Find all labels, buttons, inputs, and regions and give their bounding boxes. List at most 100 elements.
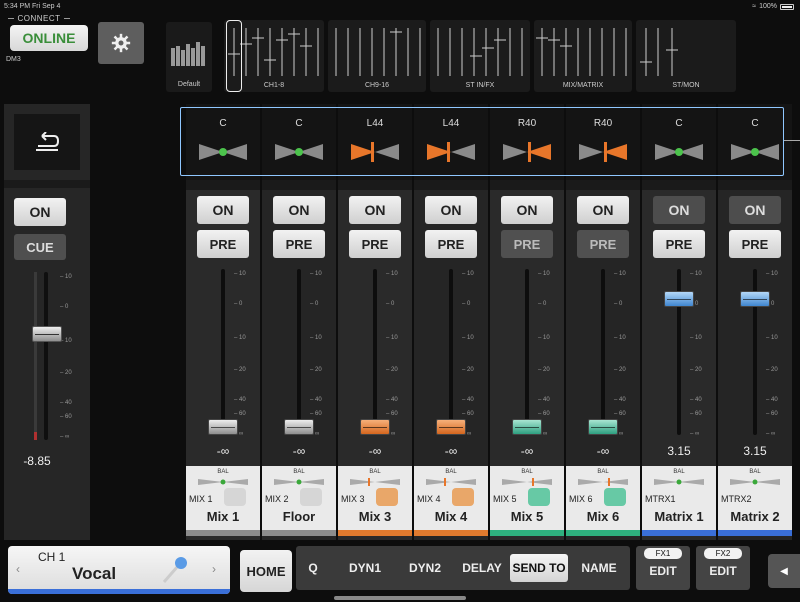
send-level-readout: -∞ bbox=[368, 444, 382, 458]
channel-color-bar bbox=[642, 530, 716, 536]
send-on-button[interactable]: ON bbox=[425, 196, 477, 224]
pan-row-selection bbox=[180, 107, 784, 176]
pre-button[interactable]: PRE bbox=[425, 230, 477, 258]
fader-knob[interactable] bbox=[664, 290, 694, 307]
fader-knob[interactable] bbox=[512, 418, 542, 435]
channel-label-card[interactable]: BAL MIX 3 Mix 3 bbox=[338, 466, 412, 530]
online-button[interactable]: ONLINE bbox=[10, 25, 88, 51]
scale-tick: – ∞ bbox=[690, 431, 700, 437]
send-on-button[interactable]: ON bbox=[349, 196, 401, 224]
fader-track[interactable] bbox=[449, 269, 453, 435]
fader-track[interactable] bbox=[297, 269, 301, 435]
scale-tick: – 40 bbox=[538, 397, 550, 403]
mix-number: MTRX2 bbox=[721, 494, 752, 504]
fader-track[interactable] bbox=[601, 269, 605, 435]
fader-knob[interactable] bbox=[360, 418, 390, 435]
send-on-button[interactable]: ON bbox=[501, 196, 553, 224]
fader-knob[interactable] bbox=[588, 418, 618, 435]
wifi-icon: ≈ bbox=[752, 3, 757, 10]
back-button[interactable] bbox=[14, 114, 80, 170]
scale-tick: – 0 bbox=[386, 301, 395, 307]
pre-button[interactable]: PRE bbox=[653, 230, 705, 258]
nav-mix-matrix[interactable]: MIX/MATRIX bbox=[534, 20, 632, 92]
settings-button[interactable] bbox=[98, 22, 144, 64]
separator bbox=[566, 180, 640, 190]
send-level-readout: -∞ bbox=[520, 444, 534, 458]
scale-tick: – 0 bbox=[614, 301, 623, 307]
scale-tick: – 40 bbox=[234, 397, 246, 403]
next-channel-icon[interactable]: › bbox=[212, 562, 216, 576]
scene-button[interactable]: Default bbox=[166, 22, 212, 92]
nav-position-indicator[interactable] bbox=[226, 20, 242, 92]
fader-knob[interactable] bbox=[740, 290, 770, 307]
pre-button[interactable]: PRE bbox=[197, 230, 249, 258]
channel-label-card[interactable]: BAL MIX 5 Mix 5 bbox=[490, 466, 564, 530]
tab-send-to[interactable]: SEND TO bbox=[510, 554, 568, 582]
home-button[interactable]: HOME bbox=[240, 550, 292, 592]
nav-st-in-fx[interactable]: ST IN/FX bbox=[430, 20, 530, 92]
scale-tick: – 20 bbox=[386, 367, 398, 373]
pre-button[interactable]: PRE bbox=[501, 230, 553, 258]
send-on-button[interactable]: ON bbox=[729, 196, 781, 224]
cue-button[interactable]: CUE bbox=[14, 234, 66, 260]
pre-button[interactable]: PRE bbox=[729, 230, 781, 258]
send-on-button[interactable]: ON bbox=[653, 196, 705, 224]
channel-selector[interactable]: ‹ CH 1 Vocal › bbox=[8, 546, 230, 594]
prev-channel-icon[interactable]: ‹ bbox=[16, 562, 20, 576]
pre-button[interactable]: PRE bbox=[273, 230, 325, 258]
scale-tick: – 60 bbox=[60, 414, 72, 420]
scale-tick: – 0 bbox=[60, 304, 69, 310]
tab-dyn2[interactable]: DYN2 bbox=[396, 554, 454, 582]
tab-delay[interactable]: DELAY bbox=[456, 554, 508, 582]
tab-name[interactable]: NAME bbox=[572, 554, 626, 582]
mix-name: Mix 5 bbox=[510, 509, 544, 524]
scale-tick: – 10 bbox=[766, 271, 778, 277]
channel-label-card[interactable]: BAL MIX 1 Mix 1 bbox=[186, 466, 260, 530]
device-name: DM3 bbox=[6, 56, 21, 63]
fader-track[interactable] bbox=[525, 269, 529, 435]
send-on-button[interactable]: ON bbox=[577, 196, 629, 224]
send-on-button[interactable]: ON bbox=[273, 196, 325, 224]
balance-label: BAL bbox=[369, 469, 381, 475]
channel-label-card[interactable]: BAL MTRX1 Matrix 1 bbox=[642, 466, 716, 530]
channel-label-card[interactable]: BAL MTRX2 Matrix 2 bbox=[718, 466, 792, 530]
scale-tick: – 10 bbox=[386, 271, 398, 277]
fader-knob[interactable] bbox=[284, 418, 314, 435]
channel-on-button[interactable]: ON bbox=[14, 198, 66, 226]
fx1-edit-button[interactable]: FX1 EDIT bbox=[636, 546, 690, 590]
nav-ch9-16[interactable]: CH9-16 bbox=[328, 20, 426, 92]
fader-knob[interactable] bbox=[32, 326, 62, 342]
fader-track[interactable] bbox=[373, 269, 377, 435]
scale-tick: – 60 bbox=[690, 411, 702, 417]
nav-faders-icon bbox=[437, 28, 523, 76]
pre-button[interactable]: PRE bbox=[577, 230, 629, 258]
fx2-edit-button[interactable]: FX2 EDIT bbox=[696, 546, 750, 590]
channel-number: CH 1 bbox=[38, 550, 66, 564]
pre-button[interactable]: PRE bbox=[349, 230, 401, 258]
separator bbox=[642, 180, 716, 190]
send-level-readout: -∞ bbox=[596, 444, 610, 458]
balance-indicator-icon bbox=[654, 479, 704, 485]
headphone-icon bbox=[300, 488, 322, 506]
separator bbox=[186, 180, 260, 190]
status-time: 5:34 PM Fri Sep 4 bbox=[4, 3, 61, 10]
scene-meter-icon bbox=[171, 42, 205, 66]
scale-tick: – 10 bbox=[234, 335, 246, 341]
fader-track[interactable] bbox=[44, 272, 48, 440]
tab-eq[interactable]: Q bbox=[296, 554, 330, 582]
fader-knob[interactable] bbox=[436, 418, 466, 435]
scale-tick: – 10 bbox=[690, 335, 702, 341]
fader-knob[interactable] bbox=[208, 418, 238, 435]
nav-st-mon[interactable]: ST/MON bbox=[636, 20, 736, 92]
send-on-button[interactable]: ON bbox=[197, 196, 249, 224]
scale-tick: – 60 bbox=[538, 411, 550, 417]
channel-label-card[interactable]: BAL MIX 6 Mix 6 bbox=[566, 466, 640, 530]
channel-label-card[interactable]: BAL MIX 2 Floor bbox=[262, 466, 336, 530]
scale-tick: – 60 bbox=[614, 411, 626, 417]
fader-track[interactable] bbox=[221, 269, 225, 435]
tab-dyn1[interactable]: DYN1 bbox=[336, 554, 394, 582]
mix-number: MIX 3 bbox=[341, 494, 365, 504]
fx2-edit-label: EDIT bbox=[709, 564, 737, 578]
channel-label-card[interactable]: BAL MIX 4 Mix 4 bbox=[414, 466, 488, 530]
collapse-panel-button[interactable]: ◀ bbox=[768, 554, 800, 588]
